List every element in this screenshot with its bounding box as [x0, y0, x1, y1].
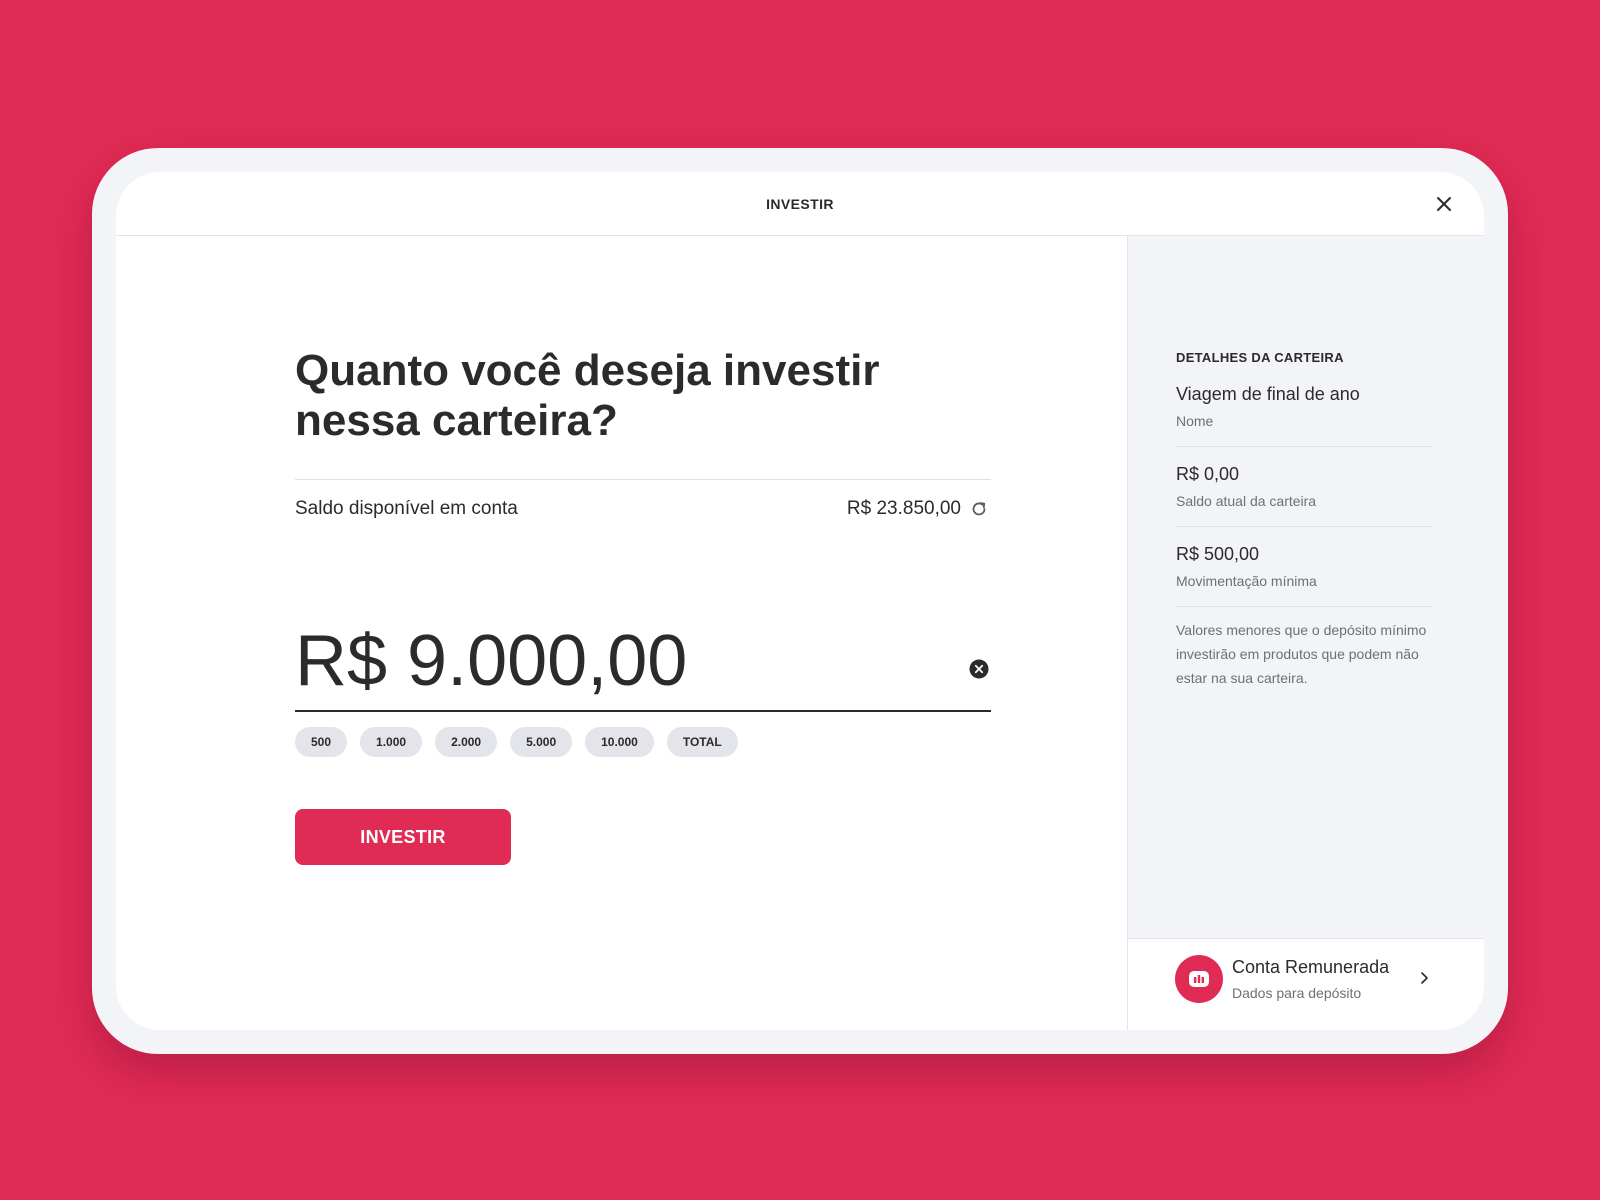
amount-input[interactable] [295, 616, 895, 706]
conta-remunerada-card[interactable]: Conta Remunerada Dados para depósito [1128, 938, 1484, 1030]
chip-500[interactable]: 500 [295, 727, 348, 757]
balance-value: R$ 23.850,00 [846, 498, 961, 519]
quick-amount-chips: 500 1.000 2.000 5.000 10.000 TOTAL [295, 727, 738, 757]
chip-2000[interactable]: 2.000 [435, 727, 498, 757]
detail-value: R$ 500,00 [1176, 544, 1260, 564]
chip-10000[interactable]: 10.000 [585, 727, 654, 757]
bar-chart-icon [1189, 971, 1209, 987]
balance-label: Saldo disponível em conta [295, 498, 518, 519]
chevron-right-icon [1421, 972, 1428, 984]
amount-underline [295, 710, 991, 712]
chip-1000[interactable]: 1.000 [360, 727, 423, 757]
close-button[interactable] [1434, 194, 1454, 214]
detail-name: Viagem de final de ano Nome [1176, 382, 1432, 430]
panel-heading: DETALHES DA CARTEIRA [1176, 350, 1344, 365]
account-subtitle: Dados para depósito [1232, 985, 1362, 1001]
invest-question: Quanto você deseja investir nessa cartei… [295, 346, 880, 445]
close-icon [1437, 197, 1451, 211]
app-screen: INVESTIR Quanto você deseja investir nes… [116, 172, 1484, 1030]
divider [1176, 606, 1432, 607]
detail-label: Movimentação mínima [1176, 573, 1317, 589]
detail-wallet-balance: R$ 0,00 Saldo atual da carteira [1176, 462, 1432, 510]
invest-form: Quanto você deseja investir nessa cartei… [116, 236, 1127, 1030]
minimum-deposit-note: Valores menores que o depósito mínimo in… [1176, 622, 1427, 686]
divider [1176, 446, 1432, 447]
top-bar: INVESTIR [116, 172, 1484, 236]
detail-minimum-movement: R$ 500,00 Movimentação mínima [1176, 542, 1432, 590]
divider [295, 479, 991, 480]
invest-button[interactable]: INVESTIR [295, 809, 511, 865]
chip-total[interactable]: TOTAL [666, 727, 738, 757]
refresh-balance-button[interactable] [969, 499, 989, 519]
detail-label: Saldo atual da carteira [1176, 493, 1317, 509]
clear-circle-icon [969, 659, 989, 679]
account-avatar [1175, 955, 1223, 1003]
refresh-icon [972, 502, 986, 516]
wallet-details-panel: DETALHES DA CARTEIRA Viagem de final de … [1127, 236, 1484, 1030]
clear-amount-button[interactable] [969, 659, 989, 679]
divider [1176, 526, 1432, 527]
detail-label: Nome [1176, 413, 1214, 429]
detail-value: R$ 0,00 [1176, 464, 1240, 484]
chip-5000[interactable]: 5.000 [510, 727, 573, 757]
tablet-frame: INVESTIR Quanto você deseja investir nes… [92, 148, 1508, 1054]
detail-value: Viagem de final de ano [1176, 384, 1360, 404]
account-title: Conta Remunerada [1232, 957, 1390, 977]
page-title: INVESTIR [766, 196, 834, 212]
